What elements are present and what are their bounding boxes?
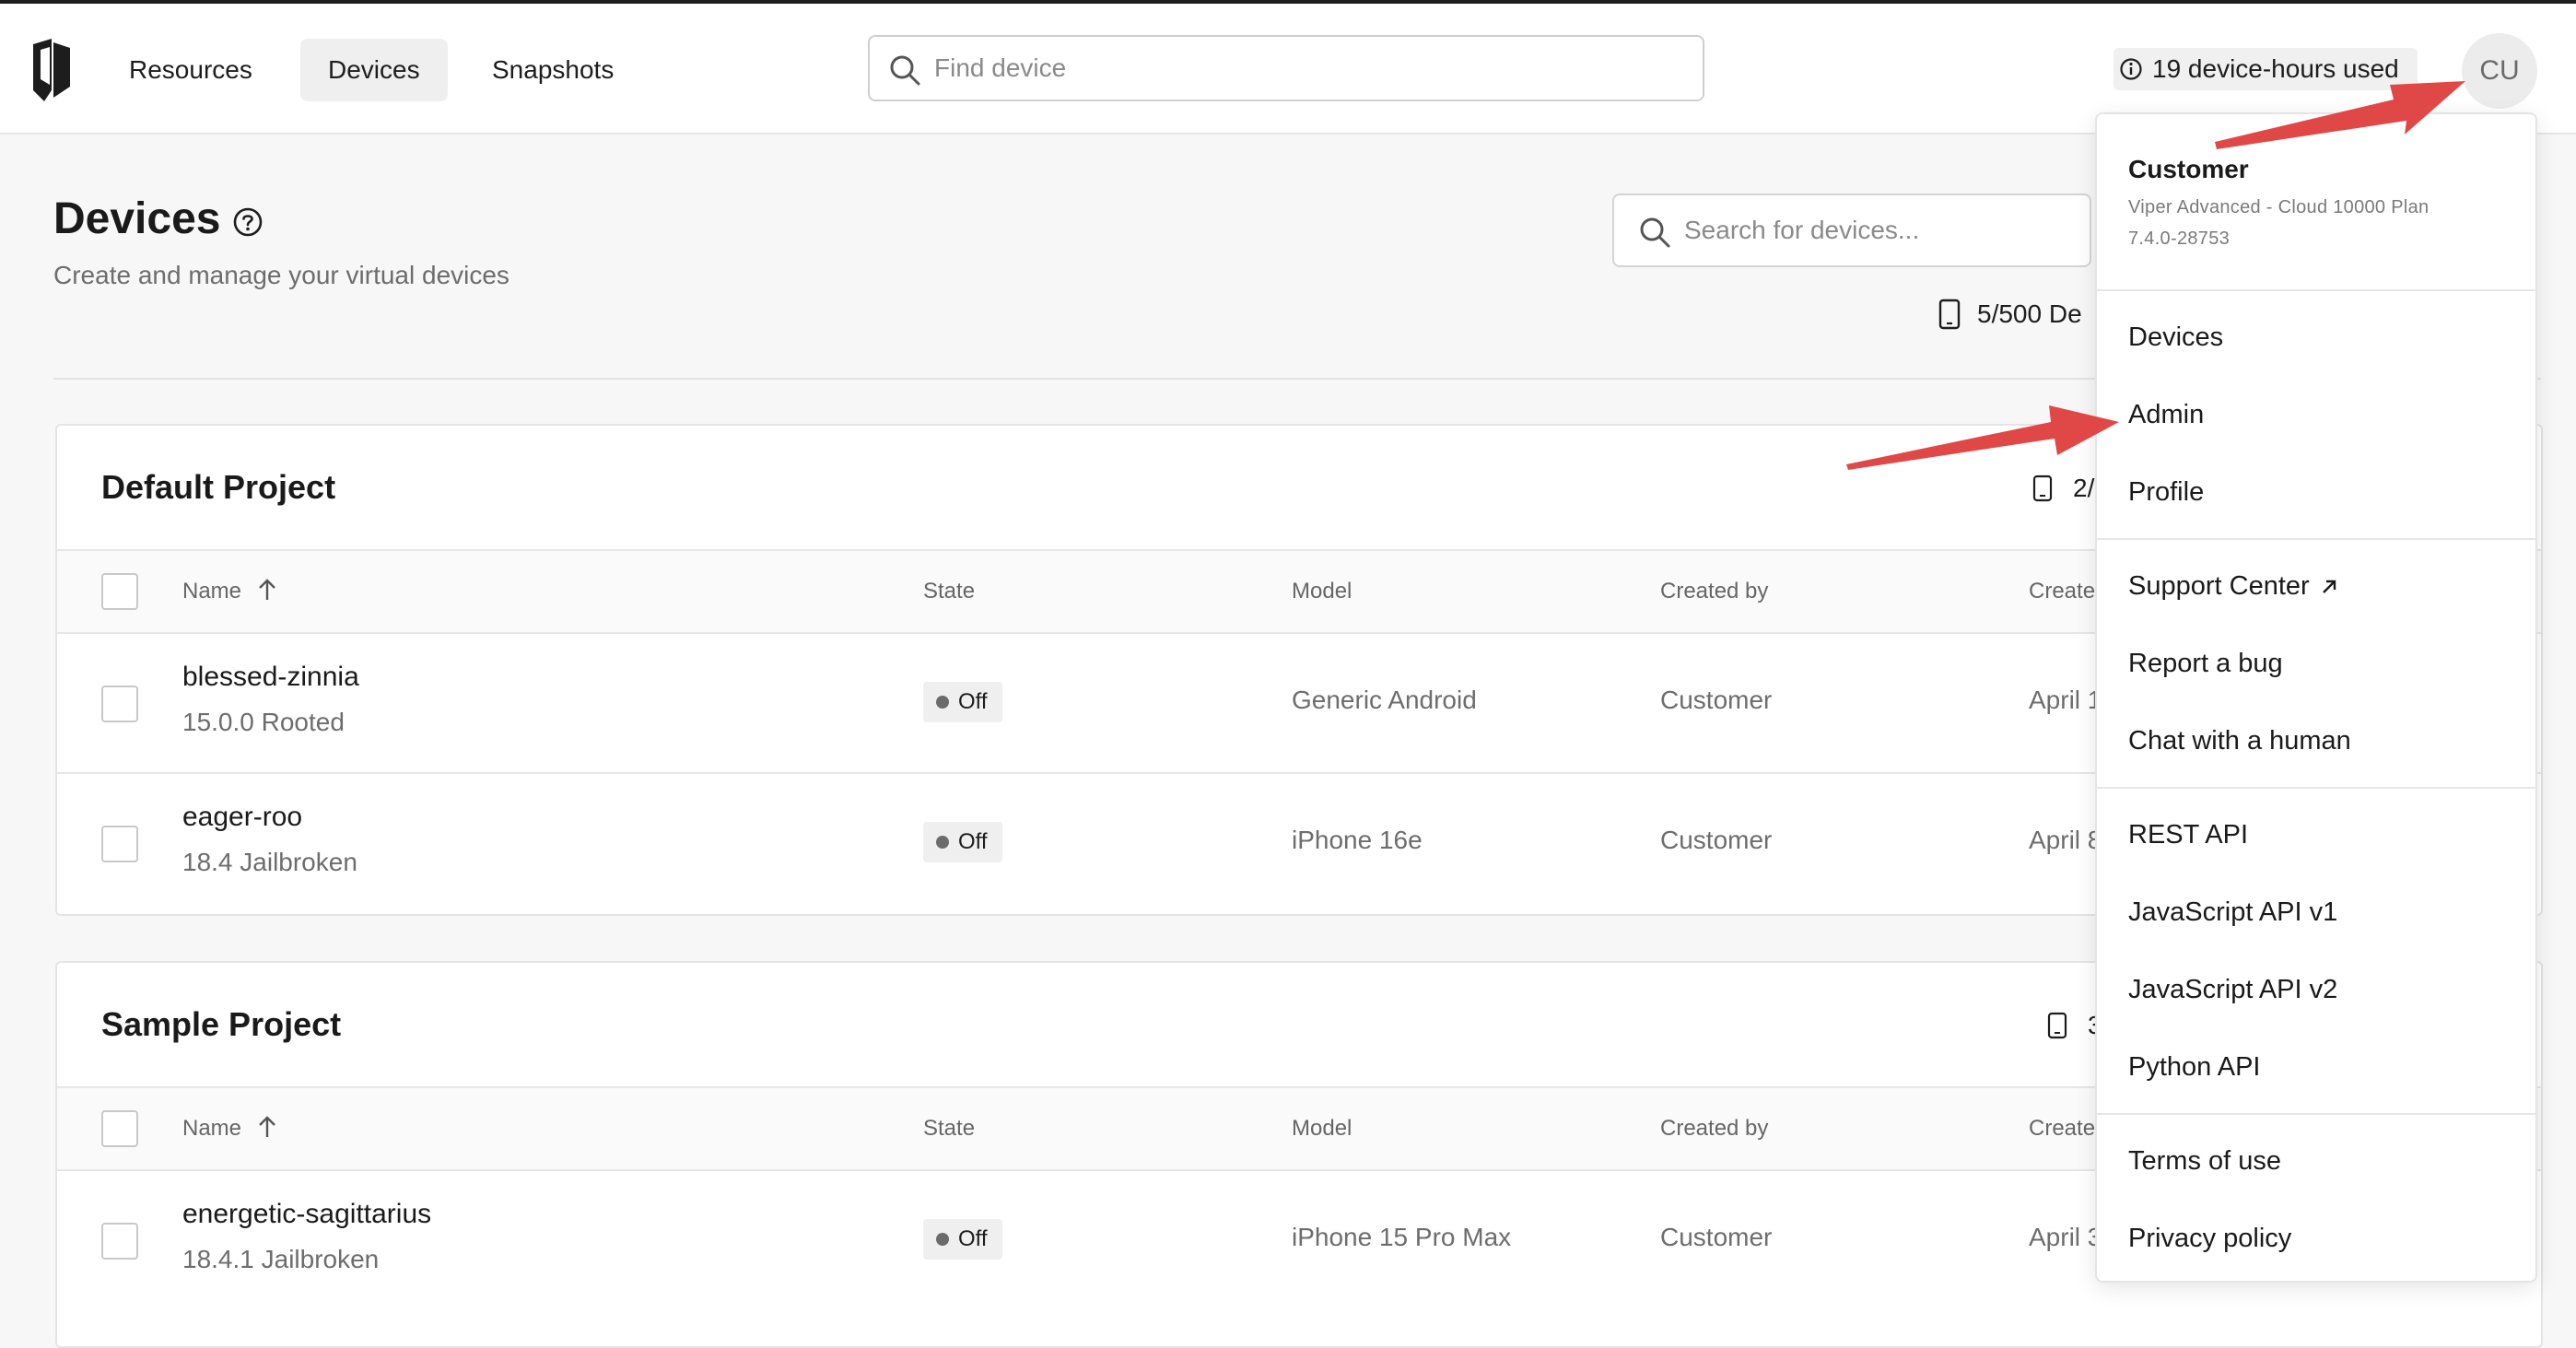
- device-name[interactable]: eager-roo: [182, 802, 302, 833]
- project-device-count: 2/: [2032, 474, 2094, 503]
- menu-plan: Viper Advanced - Cloud 10000 Plan: [2128, 197, 2430, 217]
- menu-item-label: Support Center: [2128, 571, 2310, 601]
- menu-item-report-bug[interactable]: Report a bug: [2128, 649, 2283, 679]
- device-name[interactable]: blessed-zinnia: [182, 662, 359, 693]
- menu-item-python-api[interactable]: Python API: [2128, 1052, 2261, 1083]
- column-created-by[interactable]: Created by: [1660, 1116, 1768, 1142]
- device-model: iPhone 16e: [1292, 826, 1423, 854]
- select-all-checkbox[interactable]: [101, 573, 138, 610]
- status-badge: Off: [923, 822, 1002, 862]
- nav-snapshots[interactable]: Snapshots: [464, 39, 641, 101]
- page-title: Devices: [53, 194, 221, 243]
- page-subtitle: Create and manage your virtual devices: [53, 261, 509, 289]
- help-icon[interactable]: [232, 206, 263, 238]
- device-icon: [2032, 475, 2053, 502]
- find-device-box[interactable]: [868, 35, 1704, 101]
- find-device-input[interactable]: [934, 48, 1671, 88]
- avatar-initials: CU: [2479, 55, 2520, 86]
- menu-divider: [2097, 538, 2535, 540]
- device-quota: 5/500 De: [1938, 299, 2082, 330]
- menu-item-js-api-v2[interactable]: JavaScript API v2: [2128, 975, 2337, 1005]
- menu-item-privacy[interactable]: Privacy policy: [2128, 1224, 2291, 1254]
- device-os: 18.4 Jailbroken: [182, 848, 357, 876]
- logo-icon[interactable]: [31, 39, 72, 101]
- search-icon: [1640, 217, 1670, 248]
- state-label: Off: [958, 829, 988, 854]
- device-icon: [1938, 299, 1961, 330]
- state-label: Off: [958, 1226, 988, 1251]
- search-devices-input[interactable]: [1684, 210, 2080, 251]
- column-state[interactable]: State: [923, 579, 975, 604]
- menu-item-terms[interactable]: Terms of use: [2128, 1146, 2281, 1177]
- menu-divider: [2097, 289, 2535, 291]
- state-dot: [936, 696, 949, 709]
- menu-item-admin[interactable]: Admin: [2128, 400, 2204, 430]
- device-icon: [2047, 1012, 2067, 1039]
- project-title: Sample Project: [101, 1005, 342, 1043]
- device-created-by: Customer: [1660, 826, 1773, 854]
- menu-divider: [2097, 1113, 2535, 1115]
- menu-item-support-center[interactable]: Support Center: [2128, 571, 2339, 602]
- nav-devices[interactable]: Devices: [300, 39, 448, 101]
- status-badge: Off: [923, 682, 1002, 722]
- nav-resources[interactable]: Resources: [101, 39, 280, 101]
- usage-label: 19 device-hours used: [2152, 54, 2399, 83]
- menu-version: 7.4.0-28753: [2128, 229, 2231, 249]
- device-created: April 3: [2029, 1223, 2102, 1251]
- column-created[interactable]: Create: [2029, 579, 2095, 604]
- column-model[interactable]: Model: [1292, 1116, 1352, 1142]
- column-created[interactable]: Create: [2029, 1116, 2095, 1142]
- column-name[interactable]: Name: [182, 579, 241, 604]
- column-state[interactable]: State: [923, 1116, 975, 1142]
- search-devices-box[interactable]: [1612, 193, 2091, 267]
- state-dot: [936, 836, 949, 849]
- menu-item-chat-human[interactable]: Chat with a human: [2128, 726, 2351, 756]
- device-created-by: Customer: [1660, 686, 1773, 714]
- search-icon: [890, 55, 920, 86]
- state-label: Off: [958, 689, 988, 714]
- external-link-icon: [2322, 580, 2336, 593]
- device-created: April 1: [2029, 686, 2102, 714]
- sort-arrow-up-icon[interactable]: [256, 577, 278, 603]
- device-model: Generic Android: [1292, 686, 1477, 714]
- user-avatar-button[interactable]: CU: [2462, 33, 2537, 109]
- usage-badge[interactable]: 19 device-hours used: [2113, 48, 2418, 90]
- row-checkbox[interactable]: [101, 686, 138, 722]
- menu-item-js-api-v1[interactable]: JavaScript API v1: [2128, 897, 2337, 928]
- column-model[interactable]: Model: [1292, 579, 1352, 604]
- device-model: iPhone 15 Pro Max: [1292, 1223, 1512, 1251]
- state-dot: [936, 1233, 949, 1246]
- device-quota-label: 5/500 De: [1977, 299, 2082, 328]
- menu-item-rest-api[interactable]: REST API: [2128, 820, 2248, 850]
- menu-user-name: Customer: [2128, 155, 2249, 183]
- menu-divider: [2097, 787, 2535, 789]
- device-os: 15.0.0 Rooted: [182, 708, 345, 736]
- select-all-checkbox[interactable]: [101, 1110, 138, 1147]
- user-menu: Customer Viper Advanced - Cloud 10000 Pl…: [2095, 112, 2537, 1283]
- device-name[interactable]: energetic-sagittarius: [182, 1199, 431, 1230]
- device-created: April 8: [2029, 826, 2102, 854]
- column-created-by[interactable]: Created by: [1660, 579, 1768, 604]
- project-count-label: 2/: [2073, 474, 2095, 502]
- column-name[interactable]: Name: [182, 1116, 241, 1142]
- project-title: Default Project: [101, 468, 336, 506]
- device-created-by: Customer: [1660, 1223, 1773, 1251]
- info-icon: [2120, 58, 2142, 80]
- status-badge: Off: [923, 1219, 1002, 1260]
- row-checkbox[interactable]: [101, 1223, 138, 1260]
- menu-item-profile[interactable]: Profile: [2128, 477, 2204, 508]
- device-os: 18.4.1 Jailbroken: [182, 1245, 380, 1273]
- row-checkbox[interactable]: [101, 826, 138, 862]
- project-device-count: 3: [2047, 1011, 2102, 1040]
- sort-arrow-up-icon[interactable]: [256, 1114, 278, 1140]
- menu-item-devices[interactable]: Devices: [2128, 322, 2223, 353]
